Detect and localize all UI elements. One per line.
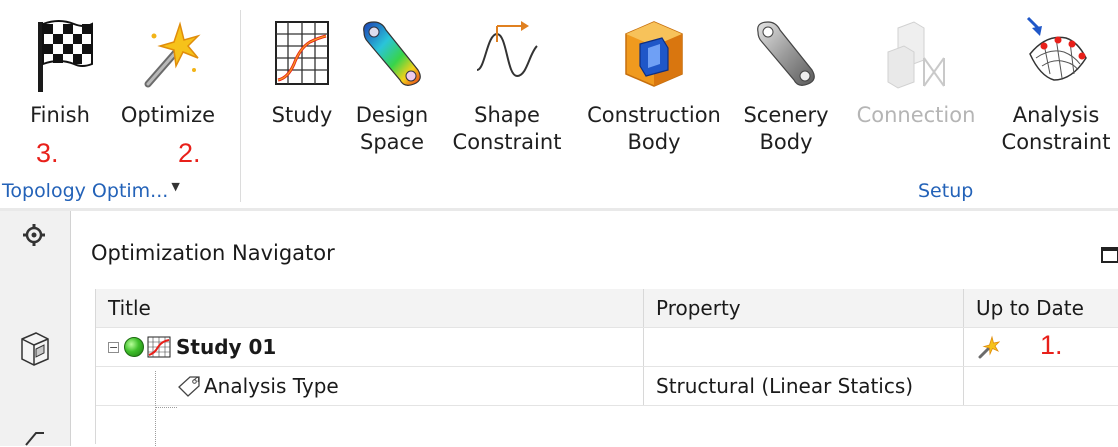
study-button[interactable]: Study xyxy=(262,0,342,165)
optimize-label: Optimize xyxy=(120,103,216,127)
study-label: Study xyxy=(271,103,333,127)
tag-tool-icon[interactable] xyxy=(22,427,48,447)
navigator-table: Title Property Up to Date − Study 01 1. … xyxy=(95,289,1118,444)
analysis-constraint-button[interactable]: Analysis Constraint xyxy=(994,0,1118,165)
column-header-up-to-date[interactable]: Up to Date xyxy=(964,289,1118,327)
scenery-body-icon xyxy=(757,21,815,86)
setup-group-label: Setup xyxy=(918,180,974,202)
analysis-type-title: Analysis Type xyxy=(204,374,339,398)
optimization-navigator: Optimization Navigator Title Property Up… xyxy=(71,211,1118,446)
group-separator xyxy=(240,10,241,202)
analysis-type-title-cell: Analysis Type xyxy=(96,367,644,405)
status-green-ball-icon xyxy=(124,337,144,357)
study-up-to-date-cell: 1. xyxy=(964,328,1118,366)
shape-constraint-icon xyxy=(476,21,538,78)
group-dropdown-arrow-icon[interactable]: ▼ xyxy=(171,180,179,193)
shape-constraint-label: Shape Constraint xyxy=(452,103,562,154)
scenery-body-button[interactable]: Scenery Body xyxy=(736,0,836,165)
study-chart-icon xyxy=(147,336,171,358)
connection-label: Connection xyxy=(856,103,976,127)
table-row-study[interactable]: − Study 01 1. xyxy=(96,328,1118,367)
connection-icon xyxy=(887,21,945,89)
study-property-cell xyxy=(644,328,964,366)
topology-optimization-group-label[interactable]: Topology Optim... ▼ xyxy=(2,180,180,202)
construction-body-label: Construction Body xyxy=(587,103,721,154)
analysis-type-property-cell: Structural (Linear Statics) xyxy=(644,367,964,405)
optimize-button[interactable]: Optimize xyxy=(114,0,222,165)
finish-button[interactable]: Finish xyxy=(18,0,102,165)
table-row-analysis-type[interactable]: Analysis Type Structural (Linear Statics… xyxy=(96,367,1118,406)
analysis-tag-icon xyxy=(178,376,200,397)
tree-connector-branch xyxy=(155,407,177,408)
optimize-wand-icon xyxy=(978,335,1000,359)
analysis-constraint-icon xyxy=(1026,16,1087,81)
checkered-flag-icon xyxy=(38,20,93,92)
optimize-step-annotation: 2. xyxy=(178,138,201,168)
maximize-icon[interactable] xyxy=(1101,247,1118,263)
collapse-node-icon[interactable]: − xyxy=(108,341,119,353)
table-row-partial[interactable] xyxy=(96,406,1118,444)
magic-wand-icon xyxy=(144,21,201,88)
finish-label: Finish xyxy=(30,103,90,127)
construction-body-icon xyxy=(625,21,683,87)
shape-constraint-button[interactable]: Shape Constraint xyxy=(448,0,566,165)
study-title-cell: − Study 01 xyxy=(96,328,644,366)
analysis-type-up-to-date-cell xyxy=(964,367,1118,405)
tree-connector-line xyxy=(155,371,156,446)
design-space-icon xyxy=(363,21,421,86)
construction-body-button[interactable]: Construction Body xyxy=(584,0,724,165)
design-space-label: Design Space xyxy=(355,103,429,154)
resource-bar xyxy=(0,211,71,446)
column-header-property[interactable]: Property xyxy=(644,289,964,327)
study-chart-icon xyxy=(275,21,329,85)
connection-button[interactable]: Connection xyxy=(852,0,980,165)
part-navigator-icon[interactable] xyxy=(18,329,52,369)
analysis-constraint-label: Analysis Constraint xyxy=(1001,103,1111,154)
ribbon: Finish 3. Optimize 2. Study Design Space… xyxy=(0,0,1118,208)
table-header: Title Property Up to Date xyxy=(96,289,1118,328)
gear-icon[interactable] xyxy=(22,223,46,247)
scenery-body-label: Scenery Body xyxy=(743,103,829,154)
topology-group-text: Topology Optim... xyxy=(2,180,169,202)
design-space-button[interactable]: Design Space xyxy=(346,0,438,165)
study-title: Study 01 xyxy=(176,335,277,359)
finish-step-annotation: 3. xyxy=(36,138,59,168)
uptodate-step-annotation: 1. xyxy=(1040,329,1063,360)
column-header-title[interactable]: Title xyxy=(96,289,644,327)
navigator-title: Optimization Navigator xyxy=(91,241,335,265)
